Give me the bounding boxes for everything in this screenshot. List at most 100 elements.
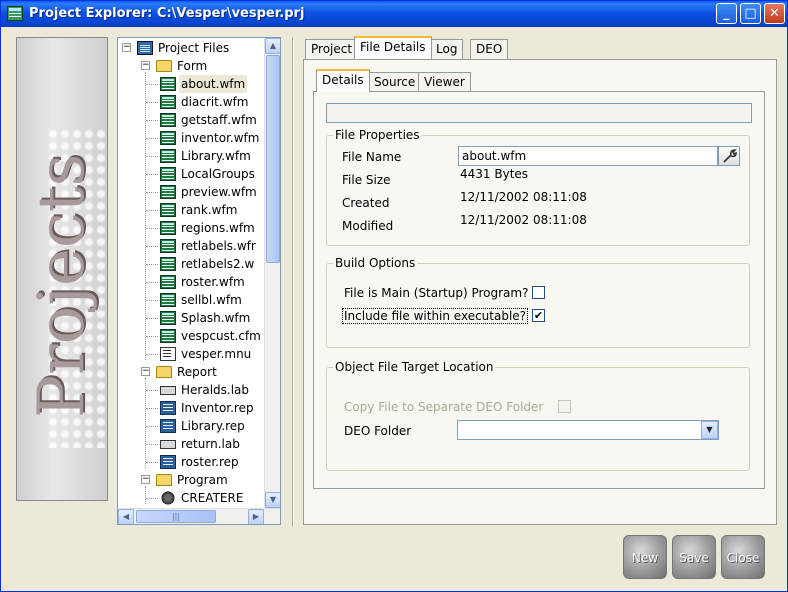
tab-deo[interactable]: DEO (470, 39, 509, 59)
tree-file-item[interactable]: Library.rep (118, 417, 264, 435)
tree-folder-form[interactable]: − Form (118, 57, 264, 75)
wfm-icon (160, 131, 176, 145)
object-target-legend: Object File Target Location (333, 360, 496, 374)
tree-connector (146, 138, 158, 139)
tree-file-item[interactable]: return.lab (118, 435, 264, 453)
tree-expander[interactable]: − (122, 43, 131, 52)
tree-folder-report[interactable]: − Report (118, 363, 264, 381)
tree-file-item[interactable]: Heralds.lab (118, 381, 264, 399)
file-path-field (326, 103, 752, 123)
tree-item-label: return.lab (181, 437, 240, 451)
scroll-right-button[interactable]: ▶ (248, 509, 264, 524)
tree-file-item[interactable]: preview.wfm (118, 183, 264, 201)
tab-log[interactable]: Log (430, 39, 464, 59)
tree-item-label: Splash.wfm (181, 311, 251, 325)
tree-file-item[interactable]: retlabels2.w (118, 255, 264, 273)
tree-connector (146, 174, 158, 175)
tab-viewer[interactable]: Viewer (418, 72, 471, 92)
tree-connector (146, 282, 158, 283)
tree-file-item[interactable]: Inventor.rep (118, 399, 264, 417)
created-value: 12/11/2002 08:11:08 (460, 190, 587, 204)
tree-item-label: Program (177, 473, 228, 487)
tree-item-label: preview.wfm (181, 185, 257, 199)
tree-item-label: LocalGroups (181, 167, 255, 181)
tree-connector (146, 156, 158, 157)
wfm-icon (160, 239, 176, 253)
wfm-icon (160, 167, 176, 181)
chevron-down-icon[interactable]: ▼ (701, 421, 718, 439)
tree-file-item[interactable]: CREATERE (118, 489, 264, 507)
tree-expander[interactable]: − (141, 475, 150, 484)
file-name-tool-button[interactable] (718, 146, 740, 166)
minimize-button[interactable]: _ (716, 3, 737, 24)
project-icon (137, 41, 153, 55)
tree-file-item[interactable]: Library.wfm (118, 147, 264, 165)
tree-file-item[interactable]: roster.rep (118, 453, 264, 471)
tree-file-item[interactable]: rank.wfm (118, 201, 264, 219)
scroll-down-button[interactable]: ▼ (265, 492, 280, 508)
tree-file-item[interactable]: Splash.wfm (118, 309, 264, 327)
tree-connector (146, 318, 158, 319)
tree-vertical-scrollbar[interactable]: ▲ ▼ (264, 38, 280, 508)
tree-item-label: retlabels2.w (181, 257, 255, 271)
banner-text: Projects (25, 153, 99, 418)
new-button[interactable]: New (623, 535, 667, 579)
tree-file-item[interactable]: roster.wfm (118, 273, 264, 291)
tree-expander[interactable]: − (141, 61, 150, 70)
tree-item-label: Project Files (158, 41, 230, 55)
tree-expander[interactable]: − (141, 367, 150, 376)
rep-icon (160, 455, 176, 469)
tree-file-item[interactable]: sellbl.wfm (118, 291, 264, 309)
window-title: Project Explorer: C:\Vesper\vesper.prj (29, 6, 305, 21)
tree-folder-program[interactable]: − Program (118, 471, 264, 489)
tree-file-item[interactable]: regions.wfm (118, 219, 264, 237)
h-scroll-thumb[interactable]: ||| (136, 510, 216, 523)
deo-folder-select[interactable]: ▼ (457, 420, 719, 440)
folder-icon (156, 366, 172, 378)
tree-connector (146, 228, 158, 229)
tab-project[interactable]: Project (305, 39, 359, 59)
tree-connector (146, 210, 158, 211)
maximize-button[interactable]: □ (740, 3, 761, 24)
tree-file-item[interactable]: about.wfm (118, 75, 264, 93)
wfm-icon (160, 203, 176, 217)
tree-root[interactable]: − Project Files (118, 39, 264, 57)
tab-file-details[interactable]: File Details (354, 36, 432, 59)
tab-source[interactable]: Source (368, 72, 422, 92)
scroll-up-button[interactable]: ▲ (265, 38, 280, 54)
close-button[interactable]: Close (721, 535, 765, 579)
tree-connector (146, 390, 158, 391)
tree-file-item[interactable]: vesper.mnu (118, 345, 264, 363)
tree-connector (146, 192, 158, 193)
include-executable-checkbox[interactable]: ✔ (532, 309, 545, 322)
rep-icon (160, 401, 176, 415)
tree-file-item[interactable]: inventor.wfm (118, 129, 264, 147)
mnu-icon (160, 347, 176, 361)
pane-splitter[interactable] (292, 37, 294, 527)
wfm-icon (160, 311, 176, 325)
scroll-thumb[interactable] (266, 55, 280, 263)
tree-file-item[interactable]: retlabels.wfr (118, 237, 264, 255)
tree-file-item[interactable]: diacrit.wfm (118, 93, 264, 111)
tree-item-label: CREATERE (181, 491, 244, 505)
save-button[interactable]: Save (672, 535, 716, 579)
tree-file-item[interactable]: getstaff.wfm (118, 111, 264, 129)
close-window-button[interactable]: ✕ (764, 3, 785, 24)
tree-item-label: Library.wfm (181, 149, 251, 163)
main-window: Project Explorer: C:\Vesper\vesper.prj _… (0, 0, 788, 592)
tree-file-item[interactable]: vespcust.cfm (118, 327, 264, 345)
title-bar[interactable]: Project Explorer: C:\Vesper\vesper.prj _… (1, 1, 787, 27)
scroll-left-button[interactable]: ◀ (118, 509, 134, 524)
lab-icon (160, 386, 176, 395)
tree-horizontal-scrollbar[interactable]: ◀ ||| ▶ (118, 508, 280, 524)
file-properties-legend: File Properties (333, 128, 422, 142)
file-name-input[interactable]: about.wfm (458, 146, 718, 166)
tree-file-item[interactable]: LocalGroups (118, 165, 264, 183)
main-program-checkbox[interactable] (532, 286, 545, 299)
copy-deo-checkbox[interactable] (558, 400, 571, 413)
object-target-group: Object File Target Location (326, 360, 750, 471)
tab-details[interactable]: Details (316, 69, 370, 92)
tree-item-label: roster.wfm (181, 275, 245, 289)
wfm-icon (160, 185, 176, 199)
project-tree[interactable]: − Project Files − Form about.wfm diacrit.wfm g… (117, 37, 281, 525)
